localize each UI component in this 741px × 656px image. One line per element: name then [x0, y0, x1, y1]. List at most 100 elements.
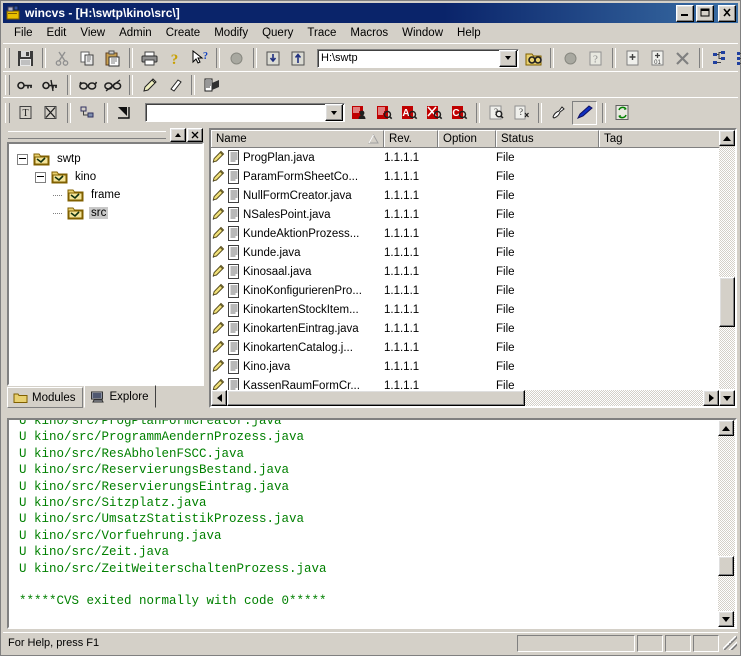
log-scroll-down-button[interactable]	[718, 611, 734, 627]
menu-file[interactable]: File	[7, 25, 40, 41]
remove-button[interactable]	[671, 47, 694, 69]
diff-button[interactable]	[423, 102, 446, 124]
column-header-rev[interactable]: Rev.	[384, 130, 438, 147]
help-button[interactable]: ?	[584, 47, 607, 69]
paste-button[interactable]	[101, 47, 124, 69]
menu-macros[interactable]: Macros	[343, 25, 395, 41]
watch-on-button[interactable]	[76, 74, 99, 96]
commit-button[interactable]	[287, 47, 310, 69]
checkout-query-button[interactable]: C	[448, 102, 471, 124]
filter-combo[interactable]	[145, 103, 345, 122]
tree-node-frame[interactable]: frame	[15, 186, 202, 204]
save-button[interactable]	[14, 47, 37, 69]
chevron-down-icon[interactable]	[499, 49, 517, 67]
menu-admin[interactable]: Admin	[112, 25, 159, 41]
tree-node-src[interactable]: src	[15, 204, 202, 222]
table-row[interactable]: NullFormCreator.java1.1.1.1FileTue M	[211, 186, 735, 205]
tab-explore[interactable]: Explore	[84, 385, 157, 408]
column-header-status[interactable]: Status	[496, 130, 599, 147]
query-remove-button[interactable]: ?	[510, 102, 533, 124]
table-row[interactable]: ParamFormSheetCo...1.1.1.1FileTue M	[211, 167, 735, 186]
menu-help[interactable]: Help	[450, 25, 488, 41]
macro-run-button[interactable]	[572, 100, 597, 125]
column-header-option[interactable]: Option	[438, 130, 496, 147]
toolbar-grip[interactable]	[5, 48, 10, 68]
stop2-button[interactable]	[559, 47, 582, 69]
log-scroll-up-button[interactable]	[718, 420, 734, 436]
scroll-down-button[interactable]	[719, 390, 735, 406]
goto-button[interactable]	[113, 102, 136, 124]
file-list-hscrollbar[interactable]	[211, 390, 719, 406]
cut-button[interactable]	[51, 47, 74, 69]
macro-admin-button[interactable]	[547, 102, 570, 124]
column-header-tag[interactable]: Tag	[599, 130, 735, 147]
status-button[interactable]	[373, 102, 396, 124]
toolbar-grip[interactable]	[5, 102, 10, 123]
table-row[interactable]: NSalesPoint.java1.1.1.1FileTue M	[211, 205, 735, 224]
tab-modules[interactable]: Modules	[7, 387, 84, 408]
table-row[interactable]: ProgPlan.java1.1.1.1FileTue M	[211, 148, 735, 167]
log-vscrollbar[interactable]	[718, 420, 735, 627]
menu-window[interactable]: Window	[395, 25, 450, 41]
close-pane-button[interactable]	[187, 127, 203, 142]
maximize-button[interactable]	[696, 4, 714, 22]
table-row[interactable]: KinokartenStockItem...1.1.1.1FileTue M	[211, 300, 735, 319]
stop-button[interactable]	[225, 47, 248, 69]
log-vscroll-thumb[interactable]	[718, 556, 734, 576]
table-row[interactable]: Kunde.java1.1.1.1FileTue M	[211, 243, 735, 262]
column-header-name[interactable]: Name	[211, 130, 384, 147]
hscroll-thumb[interactable]	[227, 390, 525, 406]
toolbar-grip[interactable]	[5, 75, 10, 95]
menu-create[interactable]: Create	[159, 25, 208, 41]
collapse-minus-icon[interactable]	[17, 153, 28, 165]
menu-query[interactable]: Query	[255, 25, 300, 41]
refresh-button[interactable]	[611, 102, 634, 124]
annotate-button[interactable]: A	[398, 102, 421, 124]
login-button[interactable]	[14, 74, 37, 96]
menu-view[interactable]: View	[73, 25, 112, 41]
query-update-button[interactable]: ?	[485, 102, 508, 124]
text-mode-button[interactable]: T	[14, 102, 37, 124]
menu-modify[interactable]: Modify	[207, 25, 255, 41]
watch-off-button[interactable]	[101, 74, 124, 96]
unedit-button[interactable]	[163, 74, 186, 96]
collapse-pane-button[interactable]	[170, 127, 186, 142]
tree-node-kino[interactable]: kino	[15, 168, 202, 186]
about-button[interactable]: ?	[163, 47, 186, 69]
table-row[interactable]: Kinosaal.java1.1.1.1FileTue M	[211, 262, 735, 281]
edit-button[interactable]	[138, 74, 161, 96]
add-file-button[interactable]	[621, 47, 644, 69]
logout-button[interactable]	[39, 74, 62, 96]
table-row[interactable]: KinokartenEintrag.java1.1.1.1FileTue M	[211, 319, 735, 338]
binary-mode-button[interactable]	[39, 102, 62, 124]
add-binary-file-button[interactable]: 01	[646, 47, 669, 69]
branch-button[interactable]	[76, 102, 99, 124]
column-sort-button[interactable]	[719, 130, 735, 146]
checkout-button[interactable]	[262, 47, 285, 69]
folder-tree[interactable]: swtp kino frame src	[7, 142, 204, 386]
editors-button[interactable]	[200, 74, 223, 96]
resize-grip[interactable]	[723, 636, 737, 650]
context-help-button[interactable]: ?	[188, 47, 211, 69]
minimize-button[interactable]	[676, 4, 694, 22]
menu-edit[interactable]: Edit	[40, 25, 74, 41]
collapse-minus-icon[interactable]	[35, 171, 46, 183]
chevron-down-icon[interactable]	[325, 104, 343, 121]
scroll-right-button[interactable]	[703, 390, 719, 406]
table-row[interactable]: KinokartenCatalog.j...1.1.1.1FileTue M	[211, 338, 735, 357]
copy-button[interactable]	[76, 47, 99, 69]
working-folder-combo[interactable]: H:\swtp	[317, 48, 519, 68]
table-row[interactable]: KinoKonfigurierenPro...1.1.1.1FileTue M	[211, 281, 735, 300]
table-row[interactable]: KundeAktionProzess...1.1.1.1FileTue M	[211, 224, 735, 243]
table-row[interactable]: Kino.java1.1.1.1FileTue M	[211, 357, 735, 376]
file-list-vscrollbar[interactable]	[719, 130, 735, 389]
vscroll-thumb[interactable]	[719, 277, 735, 327]
log-button[interactable]	[348, 102, 371, 124]
scroll-left-button[interactable]	[211, 390, 227, 406]
list-view-button[interactable]	[733, 47, 741, 69]
tree-view-button[interactable]	[708, 47, 731, 69]
tree-node-swtp[interactable]: swtp	[15, 150, 202, 168]
print-button[interactable]	[138, 47, 161, 69]
browse-folder-button[interactable]	[522, 47, 545, 69]
close-button[interactable]	[718, 4, 736, 22]
